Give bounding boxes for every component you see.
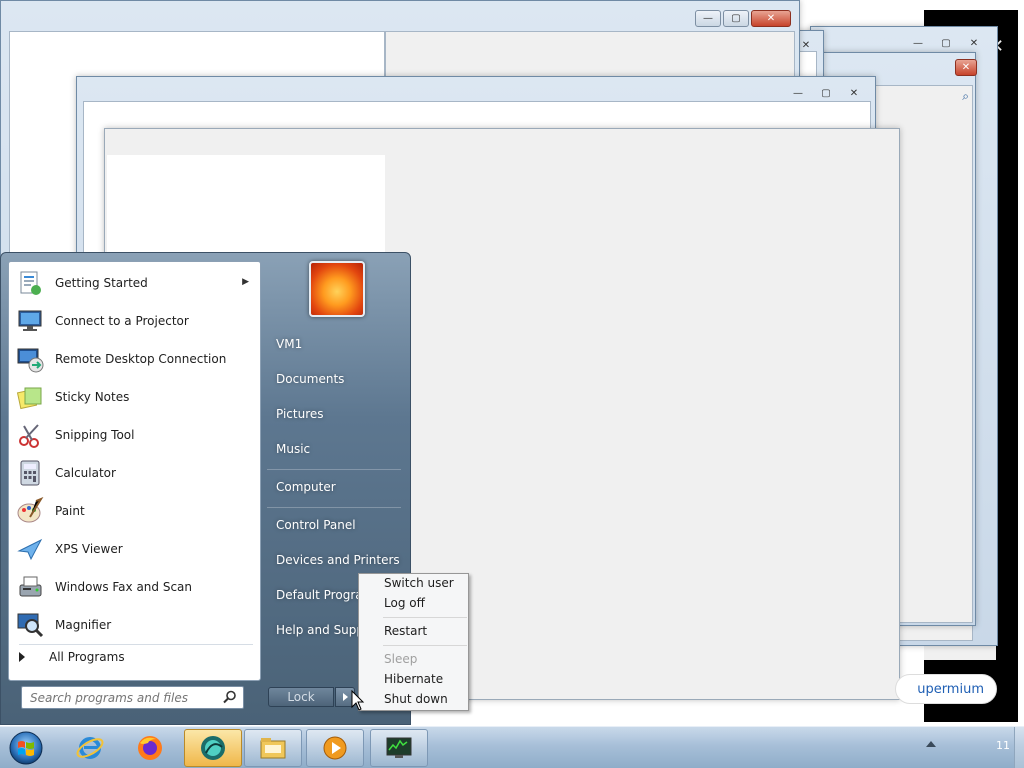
menu-item-switch-user[interactable]: Switch user xyxy=(384,576,454,590)
menu-item-shut-down[interactable]: Shut down xyxy=(384,692,448,706)
menu-item-restart[interactable]: Restart xyxy=(384,624,427,638)
sticky-notes-icon xyxy=(14,381,46,413)
power-options-menu: Switch user Log off Restart Sleep Hibern… xyxy=(358,573,469,711)
close-icon[interactable]: ✕ xyxy=(961,35,987,52)
file-explorer-icon xyxy=(260,738,286,759)
menu-item-log-off[interactable]: Log off xyxy=(384,596,425,610)
maximize-icon[interactable]: ▢ xyxy=(813,85,839,102)
right-item-music[interactable]: Music xyxy=(276,442,310,456)
taskbar-supermium[interactable] xyxy=(184,729,242,767)
taskbar-task-manager[interactable] xyxy=(370,729,428,767)
show-desktop-button[interactable] xyxy=(1014,727,1024,768)
taskbar: 11 xyxy=(0,726,1024,768)
magnifier-icon xyxy=(14,609,46,641)
supermium-button[interactable]: upermium xyxy=(895,674,997,704)
user-avatar[interactable] xyxy=(309,261,365,317)
windows-logo-icon xyxy=(9,731,43,765)
maximize-icon[interactable]: ▢ xyxy=(933,35,959,52)
right-item-user[interactable]: VM1 xyxy=(276,337,302,351)
taskbar-internet-explorer[interactable] xyxy=(61,729,119,767)
internet-explorer-icon xyxy=(76,737,104,759)
close-icon[interactable]: ✕ xyxy=(841,85,867,102)
submenu-arrow-icon: ▶ xyxy=(242,277,249,287)
start-menu: Getting Started ▶ Connect to a Projector… xyxy=(0,252,411,725)
minimize-icon[interactable]: — xyxy=(905,35,931,52)
program-connect-projector[interactable]: Connect to a Projector xyxy=(11,303,259,339)
calculator-icon xyxy=(14,457,46,489)
close-icon[interactable]: ✕ xyxy=(955,59,977,76)
snipping-tool-icon xyxy=(14,419,46,451)
remote-desktop-icon xyxy=(14,343,46,375)
menu-item-sleep: Sleep xyxy=(384,652,418,666)
firefox-icon xyxy=(138,736,162,760)
getting-started-icon xyxy=(14,267,46,299)
maximize-icon[interactable]: ▢ xyxy=(723,10,749,27)
taskbar-firefox[interactable] xyxy=(121,729,179,767)
search-icon[interactable]: ⌕ xyxy=(962,89,969,104)
divider xyxy=(19,644,253,645)
program-magnifier[interactable]: Magnifier xyxy=(11,607,259,643)
supermium-icon xyxy=(201,736,225,760)
search-box[interactable] xyxy=(21,686,244,709)
lock-button[interactable]: Lock xyxy=(268,687,334,707)
minimize-icon[interactable]: — xyxy=(785,85,811,102)
search-icon[interactable] xyxy=(223,690,237,707)
mouse-cursor-icon xyxy=(351,690,365,711)
divider xyxy=(267,507,401,508)
right-item-computer[interactable]: Computer xyxy=(276,480,336,494)
program-calculator[interactable]: Calculator xyxy=(11,455,259,491)
divider xyxy=(383,645,467,646)
taskbar-media-player[interactable] xyxy=(306,729,364,767)
right-item-pictures[interactable]: Pictures xyxy=(276,407,324,421)
divider xyxy=(383,617,467,618)
menu-item-hibernate[interactable]: Hibernate xyxy=(384,672,443,686)
all-programs-button[interactable]: All Programs xyxy=(19,650,125,664)
right-item-devices-printers[interactable]: Devices and Printers xyxy=(276,553,400,567)
program-snipping-tool[interactable]: Snipping Tool xyxy=(11,417,259,453)
program-getting-started[interactable]: Getting Started ▶ xyxy=(11,265,259,301)
media-player-icon xyxy=(323,736,347,760)
right-item-documents[interactable]: Documents xyxy=(276,372,344,386)
program-remote-desktop[interactable]: Remote Desktop Connection xyxy=(11,341,259,377)
xps-viewer-icon xyxy=(14,533,46,565)
taskbar-file-explorer[interactable] xyxy=(244,729,302,767)
start-button[interactable] xyxy=(6,730,46,766)
task-manager-icon xyxy=(386,737,412,758)
program-xps-viewer[interactable]: XPS Viewer xyxy=(11,531,259,567)
chevron-right-icon xyxy=(342,693,348,701)
minimize-icon[interactable]: — xyxy=(695,10,721,27)
clock[interactable]: 11 xyxy=(996,739,1010,752)
search-input[interactable] xyxy=(22,687,217,708)
close-icon[interactable]: ✕ xyxy=(751,10,791,27)
program-sticky-notes[interactable]: Sticky Notes xyxy=(11,379,259,415)
programs-pane: Getting Started ▶ Connect to a Projector… xyxy=(8,261,261,681)
right-item-control-panel[interactable]: Control Panel xyxy=(276,518,356,532)
program-fax-scan[interactable]: Windows Fax and Scan xyxy=(11,569,259,605)
show-hidden-icons-icon[interactable] xyxy=(926,741,936,747)
divider xyxy=(267,469,401,470)
paint-icon xyxy=(14,495,46,527)
projector-icon xyxy=(14,305,46,337)
expand-arrow-icon xyxy=(19,652,25,662)
fax-scan-icon xyxy=(14,571,46,603)
program-paint[interactable]: Paint xyxy=(11,493,259,529)
